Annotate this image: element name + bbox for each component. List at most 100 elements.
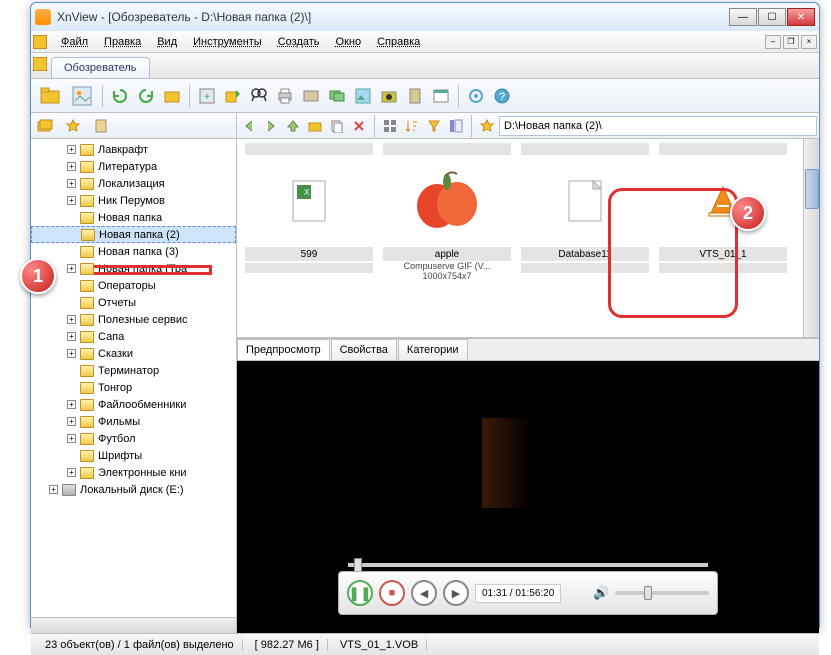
volume-slider[interactable] [615, 591, 709, 595]
tree-row[interactable]: +Сапа [31, 328, 236, 345]
tree-row[interactable]: Операторы [31, 277, 236, 294]
thumbnail-area[interactable]: X 599 apple Compuserve GIF (V... 1000x75… [237, 139, 819, 339]
tree-expand-icon[interactable]: + [67, 434, 76, 443]
menu-help[interactable]: Справка [369, 33, 428, 51]
menu-tools[interactable]: Инструменты [185, 33, 270, 51]
scan-button[interactable] [299, 84, 323, 108]
seek-slider[interactable] [348, 563, 708, 567]
close-button[interactable]: ✕ [787, 8, 815, 26]
next-frame-button[interactable]: ▶ [443, 580, 469, 606]
mdi-restore-button[interactable]: ❐ [783, 35, 799, 49]
menu-edit[interactable]: Правка [96, 33, 149, 51]
menu-create[interactable]: Создать [270, 33, 328, 51]
forward-button[interactable] [261, 116, 281, 136]
thumbnail-item[interactable]: VTS_01_1 [659, 143, 787, 333]
tree-expand-icon[interactable]: + [67, 179, 76, 188]
image-button[interactable] [67, 81, 97, 111]
images-button[interactable] [325, 84, 349, 108]
tab-preview[interactable]: Предпросмотр [237, 339, 330, 360]
tree-row[interactable]: +Локальный диск (E:) [31, 481, 236, 498]
tree-expand-icon[interactable]: + [67, 468, 76, 477]
stop-button[interactable]: ■ [379, 580, 405, 606]
tree-row[interactable]: Шрифты [31, 447, 236, 464]
folder-tool-button[interactable] [160, 84, 184, 108]
thumbnail-item[interactable]: apple Compuserve GIF (V... 1000x754x7 [383, 143, 511, 333]
path-input[interactable]: D:\Новая папка (2)\ [499, 116, 817, 136]
titlebar[interactable]: XnView - [Обозреватель - D:\Новая папка … [31, 3, 819, 31]
tree-row[interactable]: Тонгор [31, 379, 236, 396]
tree-expand-icon[interactable]: + [67, 417, 76, 426]
clipboard-button[interactable] [403, 84, 427, 108]
copy-button[interactable] [327, 116, 347, 136]
tree-row[interactable]: +Файлообменники [31, 396, 236, 413]
tree-hscroll[interactable] [31, 617, 236, 633]
tree-row[interactable]: Новая папка [31, 209, 236, 226]
tree-expand-icon[interactable]: + [67, 162, 76, 171]
tree-expand-icon[interactable]: + [67, 349, 76, 358]
categories-button[interactable] [91, 116, 111, 136]
star-button[interactable] [477, 116, 497, 136]
thumbnail-item[interactable]: X 599 [245, 143, 373, 333]
prev-frame-button[interactable]: ◀ [411, 580, 437, 606]
tree-expand-icon[interactable]: + [67, 315, 76, 324]
favorites-button[interactable] [63, 116, 83, 136]
thumbnail-item[interactable]: Database11 [521, 143, 649, 333]
layout-button[interactable] [446, 116, 466, 136]
tree-row[interactable]: +Лавкрафт [31, 141, 236, 158]
tree-row[interactable]: +Сказки [31, 345, 236, 362]
tab-browser[interactable]: Обозреватель [51, 57, 150, 78]
seek-thumb[interactable] [354, 558, 362, 572]
add-image-button[interactable]: + [195, 84, 219, 108]
maximize-button[interactable]: ☐ [758, 8, 786, 26]
tree-row[interactable]: +Фильмы [31, 413, 236, 430]
refresh-alt-button[interactable] [134, 84, 158, 108]
tree-row[interactable]: +Литература [31, 158, 236, 175]
tree-row[interactable]: +Футбол [31, 430, 236, 447]
folders-toggle-button[interactable] [35, 116, 55, 136]
refresh-button[interactable] [108, 84, 132, 108]
open-button[interactable] [35, 81, 65, 111]
tree-expand-icon[interactable]: + [67, 264, 76, 273]
export-button[interactable] [221, 84, 245, 108]
delete-button[interactable] [349, 116, 369, 136]
up-button[interactable] [283, 116, 303, 136]
tree-expand-icon[interactable]: + [49, 485, 58, 494]
mdi-close-button[interactable]: × [801, 35, 817, 49]
settings-button[interactable] [464, 84, 488, 108]
camera-button[interactable] [377, 84, 401, 108]
view-mode-button[interactable] [380, 116, 400, 136]
sort-button[interactable] [402, 116, 422, 136]
tree-expand-icon[interactable]: + [67, 400, 76, 409]
help-button[interactable]: ? [490, 84, 514, 108]
minimize-button[interactable]: — [729, 8, 757, 26]
tree-row[interactable]: +Ник Перумов [31, 192, 236, 209]
tree-expand-icon[interactable]: + [67, 332, 76, 341]
menubar-grip-icon[interactable] [33, 35, 47, 49]
pause-button[interactable]: ❚❚ [347, 580, 373, 606]
tree-row[interactable]: +Электронные кни [31, 464, 236, 481]
filter-button[interactable] [424, 116, 444, 136]
volume-icon[interactable]: 🔊 [593, 585, 609, 601]
menu-view[interactable]: Вид [149, 33, 185, 51]
tab-properties[interactable]: Свойства [331, 339, 397, 360]
tree-row[interactable]: +Локализация [31, 175, 236, 192]
tab-categories[interactable]: Категории [398, 339, 468, 360]
tree-row[interactable]: Новая папка (2) [31, 226, 236, 243]
tree-row[interactable]: Терминатор [31, 362, 236, 379]
tree-expand-icon[interactable]: + [67, 145, 76, 154]
print-button[interactable] [273, 84, 297, 108]
menu-file[interactable]: Файл [53, 33, 96, 51]
browser-button[interactable] [429, 84, 453, 108]
thumb-vscroll[interactable] [803, 139, 819, 337]
mdi-minimize-button[interactable]: – [765, 35, 781, 49]
volume-thumb[interactable] [644, 586, 652, 600]
tree-row[interactable]: Отчеты [31, 294, 236, 311]
back-button[interactable] [239, 116, 259, 136]
new-folder-button[interactable] [305, 116, 325, 136]
folder-tree[interactable]: +Лавкрафт+Литература+Локализация+Ник Пер… [31, 139, 236, 617]
tab-grip-icon[interactable] [33, 57, 47, 71]
tree-row[interactable]: Новая папка (3) [31, 243, 236, 260]
tree-expand-icon[interactable]: + [67, 196, 76, 205]
tree-row[interactable]: +Полезные сервис [31, 311, 236, 328]
picture-button[interactable] [351, 84, 375, 108]
